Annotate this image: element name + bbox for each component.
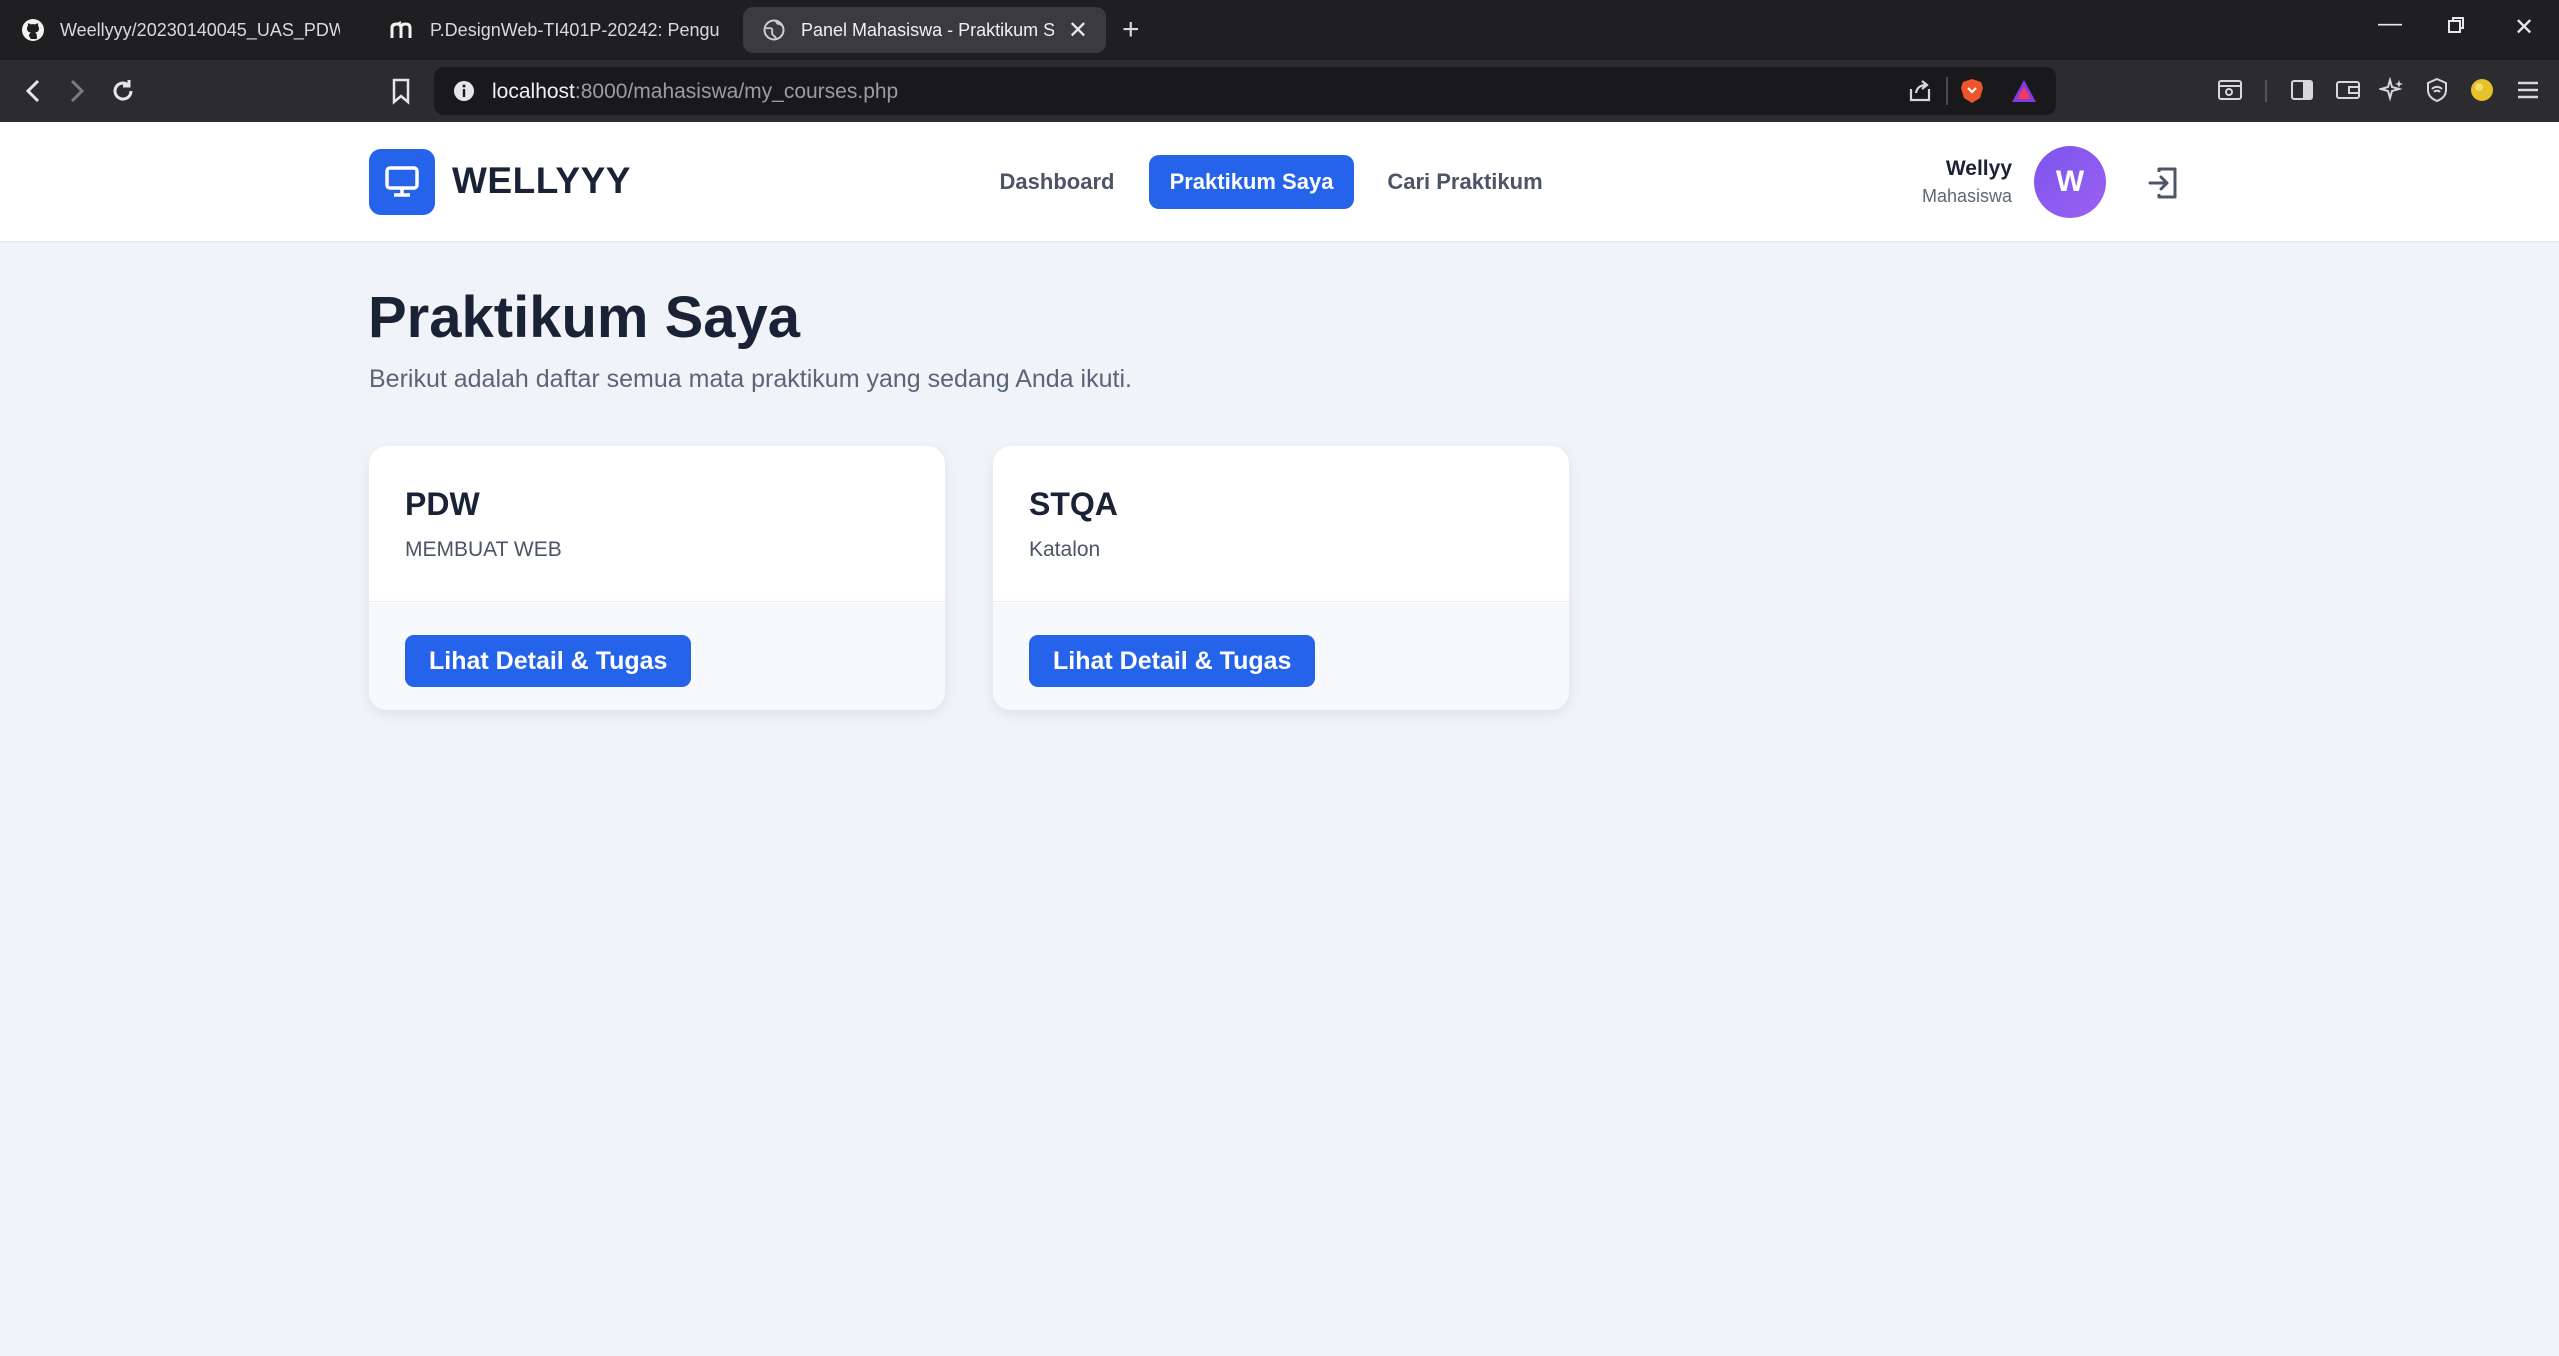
profile-icon[interactable]	[2466, 74, 2498, 106]
nav-dashboard[interactable]: Dashboard	[982, 155, 1132, 209]
tab-title: Panel Mahasiswa - Praktikum Sa	[801, 19, 1054, 40]
view-detail-button[interactable]: Lihat Detail & Tugas	[405, 635, 692, 687]
url-text[interactable]: localhost:8000/mahasiswa/my_courses.php	[492, 80, 898, 104]
leo-ai-icon[interactable]	[2376, 74, 2408, 106]
github-icon	[20, 17, 46, 43]
view-detail-button[interactable]: Lihat Detail & Tugas	[1029, 635, 1316, 687]
browser-tab-moodle[interactable]: P.DesignWeb-TI401P-20242: Pengum	[390, 7, 720, 53]
page-subtitle: Berikut adalah daftar semua mata praktik…	[369, 365, 1132, 393]
back-icon[interactable]	[16, 74, 50, 108]
logout-icon[interactable]	[2145, 164, 2183, 202]
reader-mode-icon[interactable]	[2214, 74, 2246, 106]
nav-praktikum-saya[interactable]: Praktikum Saya	[1149, 155, 1354, 209]
forward-icon[interactable]	[60, 74, 94, 108]
menu-icon[interactable]	[2512, 74, 2544, 106]
brave-rewards-icon[interactable]	[2008, 75, 2040, 107]
nav-cari-praktikum[interactable]: Cari Praktikum	[1375, 155, 1555, 209]
course-code: PDW	[405, 486, 480, 522]
avatar[interactable]: W	[2034, 146, 2106, 218]
minimize-icon[interactable]: —	[2378, 10, 2402, 38]
address-bar[interactable]: localhost:8000/mahasiswa/my_courses.php	[434, 67, 2056, 115]
user-role: Mahasiswa	[1921, 186, 2012, 206]
separator	[1946, 77, 1948, 105]
browser-tab-bar: Weellyyy/20230140045_UAS_PDW P.DesignWeb…	[0, 0, 2559, 60]
course-name: Katalon	[1029, 538, 1101, 561]
share-icon[interactable]	[1904, 75, 1936, 107]
course-name: MEMBUAT WEB	[405, 538, 562, 561]
browser-tab-github[interactable]: Weellyyy/20230140045_UAS_PDW	[20, 7, 340, 53]
tab-title: Weellyyy/20230140045_UAS_PDW	[60, 19, 340, 40]
course-card: PDW MEMBUAT WEB Lihat Detail & Tugas	[369, 446, 945, 710]
logo[interactable]	[369, 149, 435, 215]
course-card-body: STQA Katalon	[993, 446, 1569, 602]
wallet-icon[interactable]	[2332, 74, 2364, 106]
new-tab-button[interactable]: +	[1122, 13, 1140, 47]
app-header: WELLYYY Dashboard Praktikum Saya Cari Pr…	[0, 122, 2559, 242]
site-info-icon[interactable]	[448, 75, 480, 107]
browser-tab-active[interactable]: Panel Mahasiswa - Praktikum Sa ✕	[743, 7, 1106, 53]
user-name: Wellyy	[1945, 157, 2012, 180]
page-title: Praktikum Saya	[368, 285, 801, 350]
sidebar-icon[interactable]	[2286, 74, 2318, 106]
course-card-body: PDW MEMBUAT WEB	[369, 446, 945, 602]
separator	[2265, 80, 2267, 102]
brand-name[interactable]: WELLYYY	[452, 160, 631, 202]
reload-icon[interactable]	[106, 74, 140, 108]
close-tab-icon[interactable]: ✕	[1068, 16, 1088, 45]
brave-shields-icon[interactable]	[1956, 75, 1988, 107]
monitor-icon	[385, 166, 419, 197]
course-card-footer: Lihat Detail & Tugas	[369, 603, 945, 710]
globe-icon	[761, 17, 787, 43]
course-code: STQA	[1029, 486, 1118, 522]
course-card: STQA Katalon Lihat Detail & Tugas	[993, 446, 1569, 710]
tab-title: P.DesignWeb-TI401P-20242: Pengum	[430, 19, 720, 40]
course-card-footer: Lihat Detail & Tugas	[993, 603, 1569, 710]
restore-icon[interactable]	[2446, 14, 2466, 42]
vpn-shield-icon[interactable]	[2421, 74, 2453, 106]
close-window-icon[interactable]: ✕	[2514, 13, 2534, 42]
bookmark-icon[interactable]	[384, 74, 418, 108]
moodle-icon	[390, 17, 416, 43]
